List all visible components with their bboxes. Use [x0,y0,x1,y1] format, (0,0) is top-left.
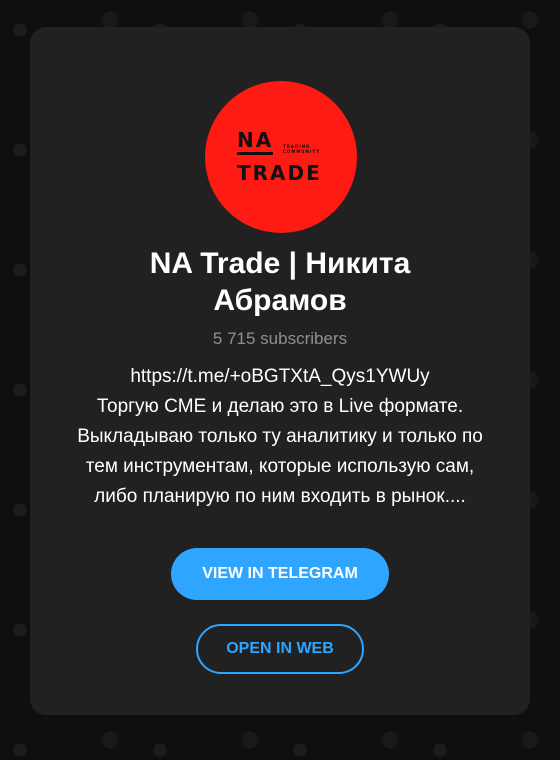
channel-title-line-2: Абрамов [213,284,347,317]
open-in-web-button[interactable]: OPEN IN WEB [196,624,364,674]
logo-small-text: TRADING COMMUNITY [283,144,321,154]
description-line: Выкладываю только ту аналитику и только … [77,426,483,447]
logo-na-text: NA [237,129,274,155]
logo-trade-text: TRADE [237,161,322,185]
channel-title: NA Trade | Никита Абрамов [50,245,510,319]
description-line: Торгую CME и делаю это в Live формате. [96,396,464,417]
channel-title-line-1: NA Trade | Никита [149,247,411,280]
subscriber-count: 5 715 subscribers [212,329,348,348]
channel-card: NA TRADING COMMUNITY TRADE NA Trade | Ни… [30,27,530,715]
channel-description: https://t.me/+oBGTXtA_Qys1YWUy Торгую CM… [50,362,510,512]
description-line: https://t.me/+oBGTXtA_Qys1YWUy [130,366,430,387]
description-line: либо планирую по ним входить в рынок.... [94,486,466,507]
logo-mark: NA TRADING COMMUNITY TRADE [237,129,333,189]
channel-logo: NA TRADING COMMUNITY TRADE [205,81,357,233]
description-line: тем инструментам, которые использую сам, [85,456,475,477]
view-in-telegram-button[interactable]: VIEW IN TELEGRAM [171,548,389,600]
